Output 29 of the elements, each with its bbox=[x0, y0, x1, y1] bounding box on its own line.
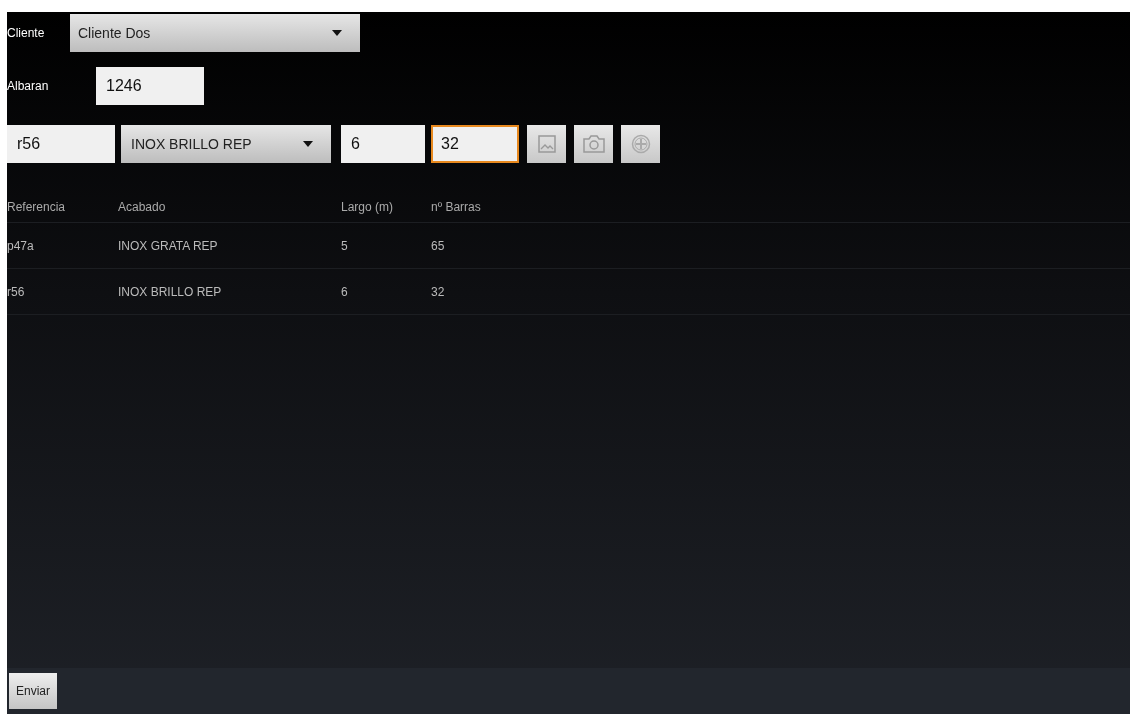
albaran-label: Albaran bbox=[7, 79, 50, 93]
cliente-label: Cliente bbox=[7, 26, 46, 40]
caret-icon bbox=[303, 141, 313, 147]
table-cell-text: r56 bbox=[7, 284, 26, 299]
referencia-field[interactable]: r56 bbox=[7, 125, 115, 163]
column-header: Acabado bbox=[118, 200, 167, 214]
table-cell-text: p47a bbox=[7, 238, 35, 253]
gallery-button[interactable] bbox=[527, 125, 566, 163]
table-cell-text: INOX BRILLO REP bbox=[118, 284, 223, 299]
table-cell: 65 bbox=[431, 238, 445, 253]
add-icon bbox=[630, 134, 651, 154]
barras-field[interactable]: 32 bbox=[431, 125, 519, 163]
largo-field[interactable]: 6 bbox=[341, 125, 425, 163]
acabado-dropdown[interactable]: INOX BRILLO REP bbox=[121, 125, 331, 163]
table-cell: 32 bbox=[431, 284, 445, 299]
image-icon bbox=[537, 135, 556, 153]
camera-button[interactable] bbox=[574, 125, 613, 163]
table-cell-text: INOX GRATA REP bbox=[118, 238, 219, 253]
table-cell-text: 5 bbox=[341, 238, 349, 253]
caret-icon bbox=[332, 30, 342, 36]
albaran-field[interactable]: 1246 bbox=[96, 67, 204, 105]
camera-icon bbox=[582, 135, 605, 153]
send-button[interactable]: Enviar bbox=[9, 673, 57, 709]
cliente-dropdown[interactable]: Cliente Dos bbox=[70, 14, 360, 52]
column-header: Referencia bbox=[7, 200, 67, 214]
column-header: nº Barras bbox=[431, 200, 481, 214]
column-header: Largo (m) bbox=[341, 200, 394, 214]
table-cell-text: 6 bbox=[341, 284, 349, 299]
add-button[interactable] bbox=[621, 125, 660, 163]
